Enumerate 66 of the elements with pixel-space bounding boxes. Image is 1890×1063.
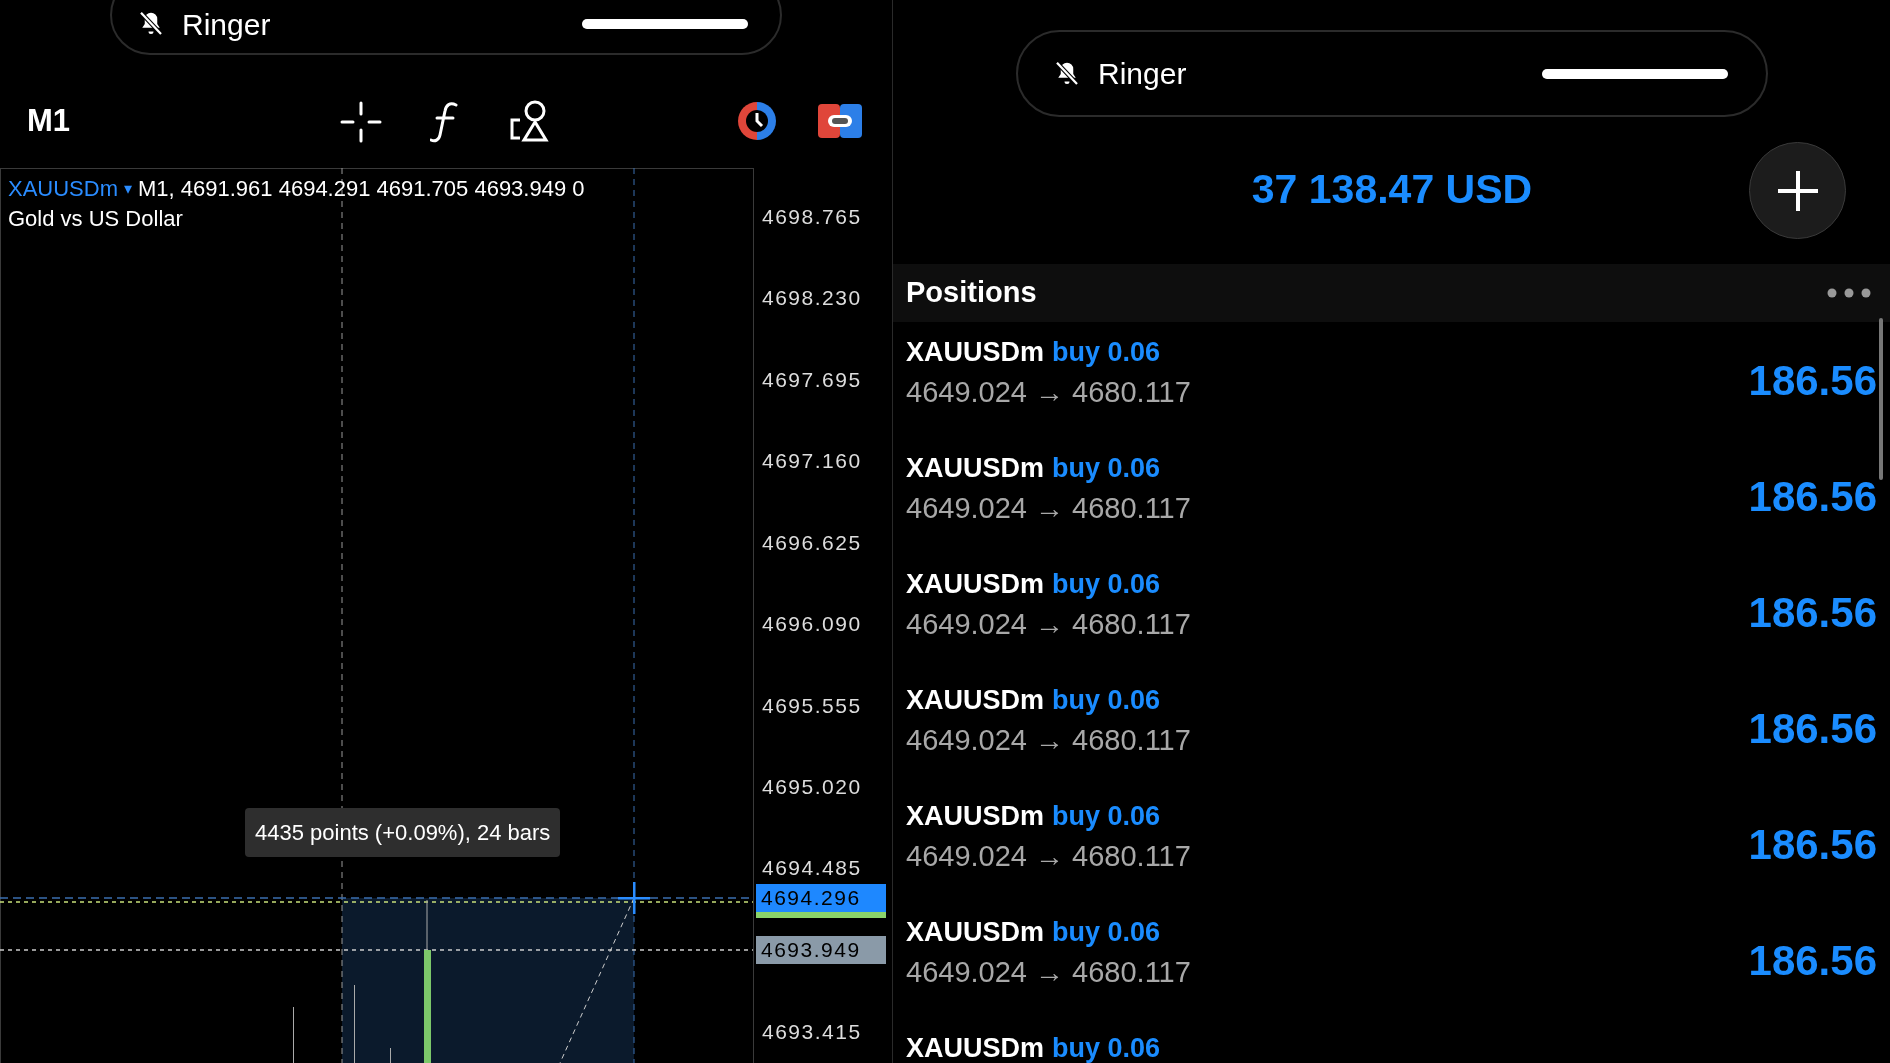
- position-side: buy 0.06: [1052, 1032, 1161, 1063]
- position-row[interactable]: XAUUSDm buy 0.06: [893, 1018, 1890, 1063]
- candle-wick: [390, 1048, 391, 1063]
- position-row[interactable]: XAUUSDm buy 0.06 4649.024 → 4680.117 186.56: [893, 670, 1890, 786]
- position-side: buy 0.06: [1052, 336, 1161, 369]
- ringer-label: Ringer: [1098, 56, 1187, 92]
- position-side: buy 0.06: [1052, 800, 1161, 833]
- function-icon[interactable]: [430, 100, 460, 144]
- bid-price-tag: 4694.296: [756, 884, 886, 912]
- position-row[interactable]: XAUUSDm buy 0.06 4649.024 → 4680.117 186.56: [893, 554, 1890, 670]
- shapes-icon[interactable]: [508, 98, 550, 144]
- section-title: Positions: [906, 275, 1037, 311]
- position-row[interactable]: XAUUSDm buy 0.06 4649.024 → 4680.117 186.56: [893, 786, 1890, 902]
- price-label: 4698.765: [762, 204, 862, 230]
- clock-icon[interactable]: [736, 100, 778, 142]
- position-symbol: XAUUSDm: [906, 1032, 1045, 1063]
- position-side: buy 0.06: [1052, 916, 1161, 949]
- price-label: 4697.160: [762, 448, 862, 474]
- position-row[interactable]: XAUUSDm buy 0.06 4649.024 → 4680.117 186.56: [893, 438, 1890, 554]
- position-symbol: XAUUSDm: [906, 568, 1045, 601]
- caret-icon[interactable]: ▾: [124, 174, 132, 204]
- price-label: 4693.415: [762, 1019, 862, 1045]
- candle-wick: [293, 1007, 294, 1063]
- account-balance: 37 138.47 USD: [1251, 165, 1533, 215]
- position-profit: 186.56: [1748, 819, 1877, 870]
- position-prices: 4649.024 → 4680.117: [906, 607, 1191, 642]
- symbol-description: Gold vs US Dollar: [8, 205, 184, 233]
- position-prices: 4649.024 → 4680.117: [906, 491, 1191, 526]
- position-profit: 186.56: [1748, 355, 1877, 406]
- position-symbol: XAUUSDm: [906, 336, 1045, 369]
- position-side: buy 0.06: [1052, 452, 1161, 485]
- symbol-link[interactable]: XAUUSDm: [8, 174, 118, 204]
- position-profit: 186.56: [1748, 935, 1877, 986]
- position-row[interactable]: XAUUSDm buy 0.06 4649.024 → 4680.117 186.56: [893, 322, 1890, 438]
- position-profit: 186.56: [1748, 587, 1877, 638]
- position-prices: 4649.024 → 4680.117: [906, 723, 1191, 758]
- crosshair-cursor[interactable]: [618, 882, 650, 914]
- position-side: buy 0.06: [1052, 568, 1161, 601]
- ringer-label: Ringer: [182, 6, 271, 43]
- price-label: 4698.230: [762, 285, 862, 311]
- price-label: 4695.020: [762, 774, 862, 800]
- position-symbol: XAUUSDm: [906, 916, 1045, 949]
- position-prices: 4649.024 → 4680.117: [906, 375, 1191, 410]
- position-profit: 186.56: [1748, 703, 1877, 754]
- price-label: 4697.695: [762, 367, 862, 393]
- scrollbar[interactable]: [1879, 318, 1883, 480]
- position-row[interactable]: XAUUSDm buy 0.06 4649.024 → 4680.117 186.56: [893, 902, 1890, 1018]
- last-price-tag: 4693.949: [756, 936, 886, 964]
- more-icon[interactable]: [1827, 288, 1871, 298]
- price-label: 4696.625: [762, 530, 862, 556]
- measure-tooltip: 4435 points (+0.09%), 24 bars: [245, 808, 561, 857]
- position-profit: 186.56: [1748, 471, 1877, 522]
- ohlc-values: M1, 4691.961 4694.291 4691.705 4693.949 0: [138, 175, 585, 203]
- position-prices: 4649.024 → 4680.117: [906, 955, 1191, 990]
- toggle-icon[interactable]: [818, 104, 862, 138]
- position-symbol: XAUUSDm: [906, 800, 1045, 833]
- price-label: 4696.090: [762, 611, 862, 637]
- position-side: buy 0.06: [1052, 684, 1161, 717]
- timeframe-button[interactable]: M1: [27, 97, 71, 145]
- crosshair-icon[interactable]: [340, 101, 382, 143]
- position-symbol: XAUUSDm: [906, 452, 1045, 485]
- price-label: 4695.555: [762, 693, 862, 719]
- price-label: 4694.485: [762, 855, 862, 881]
- position-symbol: XAUUSDm: [906, 684, 1045, 717]
- plus-icon: [1775, 168, 1820, 213]
- position-prices: 4649.024 → 4680.117: [906, 839, 1191, 874]
